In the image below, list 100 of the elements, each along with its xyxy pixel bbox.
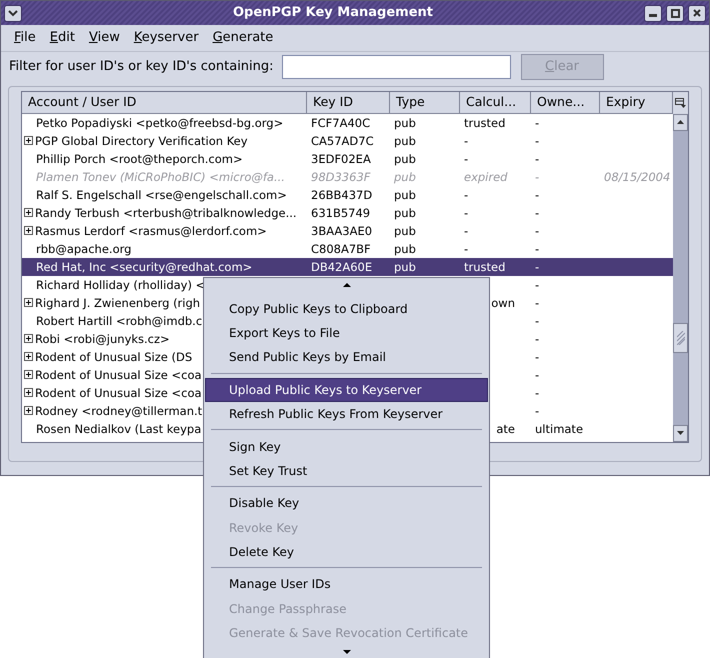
table-cell: - <box>464 206 468 220</box>
table-cell: - <box>535 296 540 310</box>
menu-item[interactable]: Set Key Trust <box>205 458 488 484</box>
close-button[interactable] <box>688 4 706 22</box>
table-cell: 98D3363F <box>311 170 370 184</box>
expand-icon[interactable] <box>24 226 33 235</box>
table-cell: - <box>535 386 540 400</box>
table-cell-text: Rodney <rodney@tillerman.t <box>35 402 202 420</box>
table-cell-text: Rodent of Unusual Size <coa <box>35 366 202 384</box>
table-cell-text: Plamen Tonev (MiCRoPhoBIC) <micro@fa... <box>36 168 285 186</box>
table-cell: - <box>464 224 468 238</box>
table-cell: ultimate <box>535 422 584 436</box>
column-chooser-button[interactable] <box>673 92 688 114</box>
menu-item[interactable]: Copy Public Keys to Clipboard <box>205 296 488 321</box>
table-cell: - <box>535 152 540 166</box>
menu-item[interactable]: Manage User IDs <box>205 572 488 597</box>
table-cell: pub <box>394 224 416 238</box>
expand-icon[interactable] <box>24 388 33 397</box>
table-cell: pub <box>394 170 416 184</box>
table-cell: - <box>535 368 540 382</box>
menu-item[interactable]: Export Keys to File <box>205 320 488 346</box>
table-cell-text: Rasmus Lerdorf <rasmus@lerdorf.com> <box>35 222 267 240</box>
grip-icon <box>676 330 684 344</box>
table-cell: - <box>464 134 468 148</box>
table-cell: - <box>535 278 540 292</box>
filter-label: Filter for user ID's or key ID's containing: <box>9 58 274 76</box>
selection-highlight[interactable]: Red Hat, Inc <security@redhat.com> DB42A60E pub trusted - <box>22 258 673 276</box>
table-cell: pub <box>394 116 416 130</box>
chevron-down-icon <box>8 10 18 16</box>
expand-icon[interactable] <box>24 298 33 307</box>
table-cell: - <box>535 314 540 328</box>
menu-item[interactable]: File <box>7 26 43 50</box>
menu-item[interactable]: Edit <box>42 26 82 50</box>
table-cell: DB42A60E <box>311 260 372 274</box>
expand-icon[interactable] <box>24 406 33 415</box>
expand-icon[interactable] <box>24 136 33 145</box>
table-cell-text: Phillip Porch <root@theporch.com> <box>36 150 243 168</box>
filter-input-field[interactable] <box>282 54 511 78</box>
minimize-button[interactable] <box>644 4 662 22</box>
scrollbar-thumb[interactable] <box>673 322 688 352</box>
maximize-icon <box>670 8 680 18</box>
menu-item[interactable]: Delete Key <box>205 540 488 564</box>
table-cell: 3EDF02EA <box>311 152 371 166</box>
expand-icon[interactable] <box>24 352 33 361</box>
column-header[interactable]: Key ID <box>307 92 390 114</box>
table-cell: trusted <box>464 260 506 274</box>
table-cell: pub <box>394 188 416 202</box>
table-cell-text: Righard J. Zwienenberg (righ <box>35 294 200 312</box>
table-cell: - <box>535 206 540 220</box>
maximize-button[interactable] <box>666 4 684 22</box>
table-cell: - <box>535 350 540 364</box>
table-cell: - <box>535 134 540 148</box>
table-cell: 26BB437D <box>311 188 372 202</box>
menu-item[interactable]: Keyserver <box>126 26 206 50</box>
table-cell-text: PGP Global Directory Verification Key <box>35 132 248 150</box>
table-cell: pub <box>394 206 416 220</box>
table-cell-text: rbb@apache.org <box>36 240 132 258</box>
menu-item[interactable]: View <box>82 26 127 50</box>
column-header[interactable]: Account / User ID <box>22 92 307 114</box>
table-cell: - <box>535 242 540 256</box>
table-cell-text: Robi <robi@junyks.cz> <box>35 330 170 348</box>
window-title: OpenPGP Key Management <box>232 4 434 22</box>
expand-icon[interactable] <box>24 334 33 343</box>
table-cell: - <box>535 404 540 418</box>
menu-item[interactable]: Sign Key <box>205 434 488 459</box>
table-cell: - <box>535 188 540 202</box>
table-cell-text: Rodent of Unusual Size <coa <box>35 384 202 402</box>
table-cell: C808A7BF <box>311 242 371 256</box>
table-cell-text: Randy Terbush <rterbush@tribalknowledge... <box>35 204 297 222</box>
table-cell-text: Rosen Nedialkov (Last keypa <box>36 420 202 438</box>
column-header[interactable]: Calcul... <box>460 92 531 114</box>
table-cell: - <box>464 188 468 202</box>
scroll-down-icon[interactable] <box>342 650 350 654</box>
window-menu-button[interactable] <box>4 4 22 22</box>
menu-item[interactable]: Generate <box>206 26 280 50</box>
table-cell-text: Rodent of Unusual Size (DS <box>35 348 192 366</box>
table-cell: - <box>535 116 540 130</box>
table-cell: - <box>464 242 468 256</box>
table-cell: - <box>535 332 540 346</box>
scroll-down-button[interactable] <box>673 424 688 442</box>
table-cell: trusted <box>464 116 506 130</box>
menu-item[interactable]: Upload Public Keys to Keyserver <box>205 378 488 402</box>
table-cell: - <box>464 152 468 166</box>
table-cell: - <box>535 224 540 238</box>
scroll-up-button[interactable] <box>673 114 688 130</box>
scroll-up-icon[interactable] <box>342 282 350 287</box>
expand-icon[interactable] <box>24 370 33 379</box>
table-cell: 631B5749 <box>311 206 370 220</box>
menu-item[interactable]: Disable Key <box>205 491 488 516</box>
table-cell: - <box>535 170 540 184</box>
column-header[interactable]: Owne... <box>531 92 600 114</box>
table-cell: FCF7A40C <box>311 116 370 130</box>
table-cell: pub <box>394 260 416 274</box>
menu-item[interactable]: Send Public Keys by Email <box>205 345 488 370</box>
expand-icon[interactable] <box>24 208 33 217</box>
menu-item[interactable]: Refresh Public Keys From Keyserver <box>205 402 488 426</box>
table-cell-text: Petko Popadiyski <petko@freebsd-bg.org> <box>36 114 284 132</box>
column-header[interactable]: Type <box>390 92 460 114</box>
table-cell: pub <box>394 242 416 256</box>
column-header[interactable]: Expiry <box>600 92 673 114</box>
